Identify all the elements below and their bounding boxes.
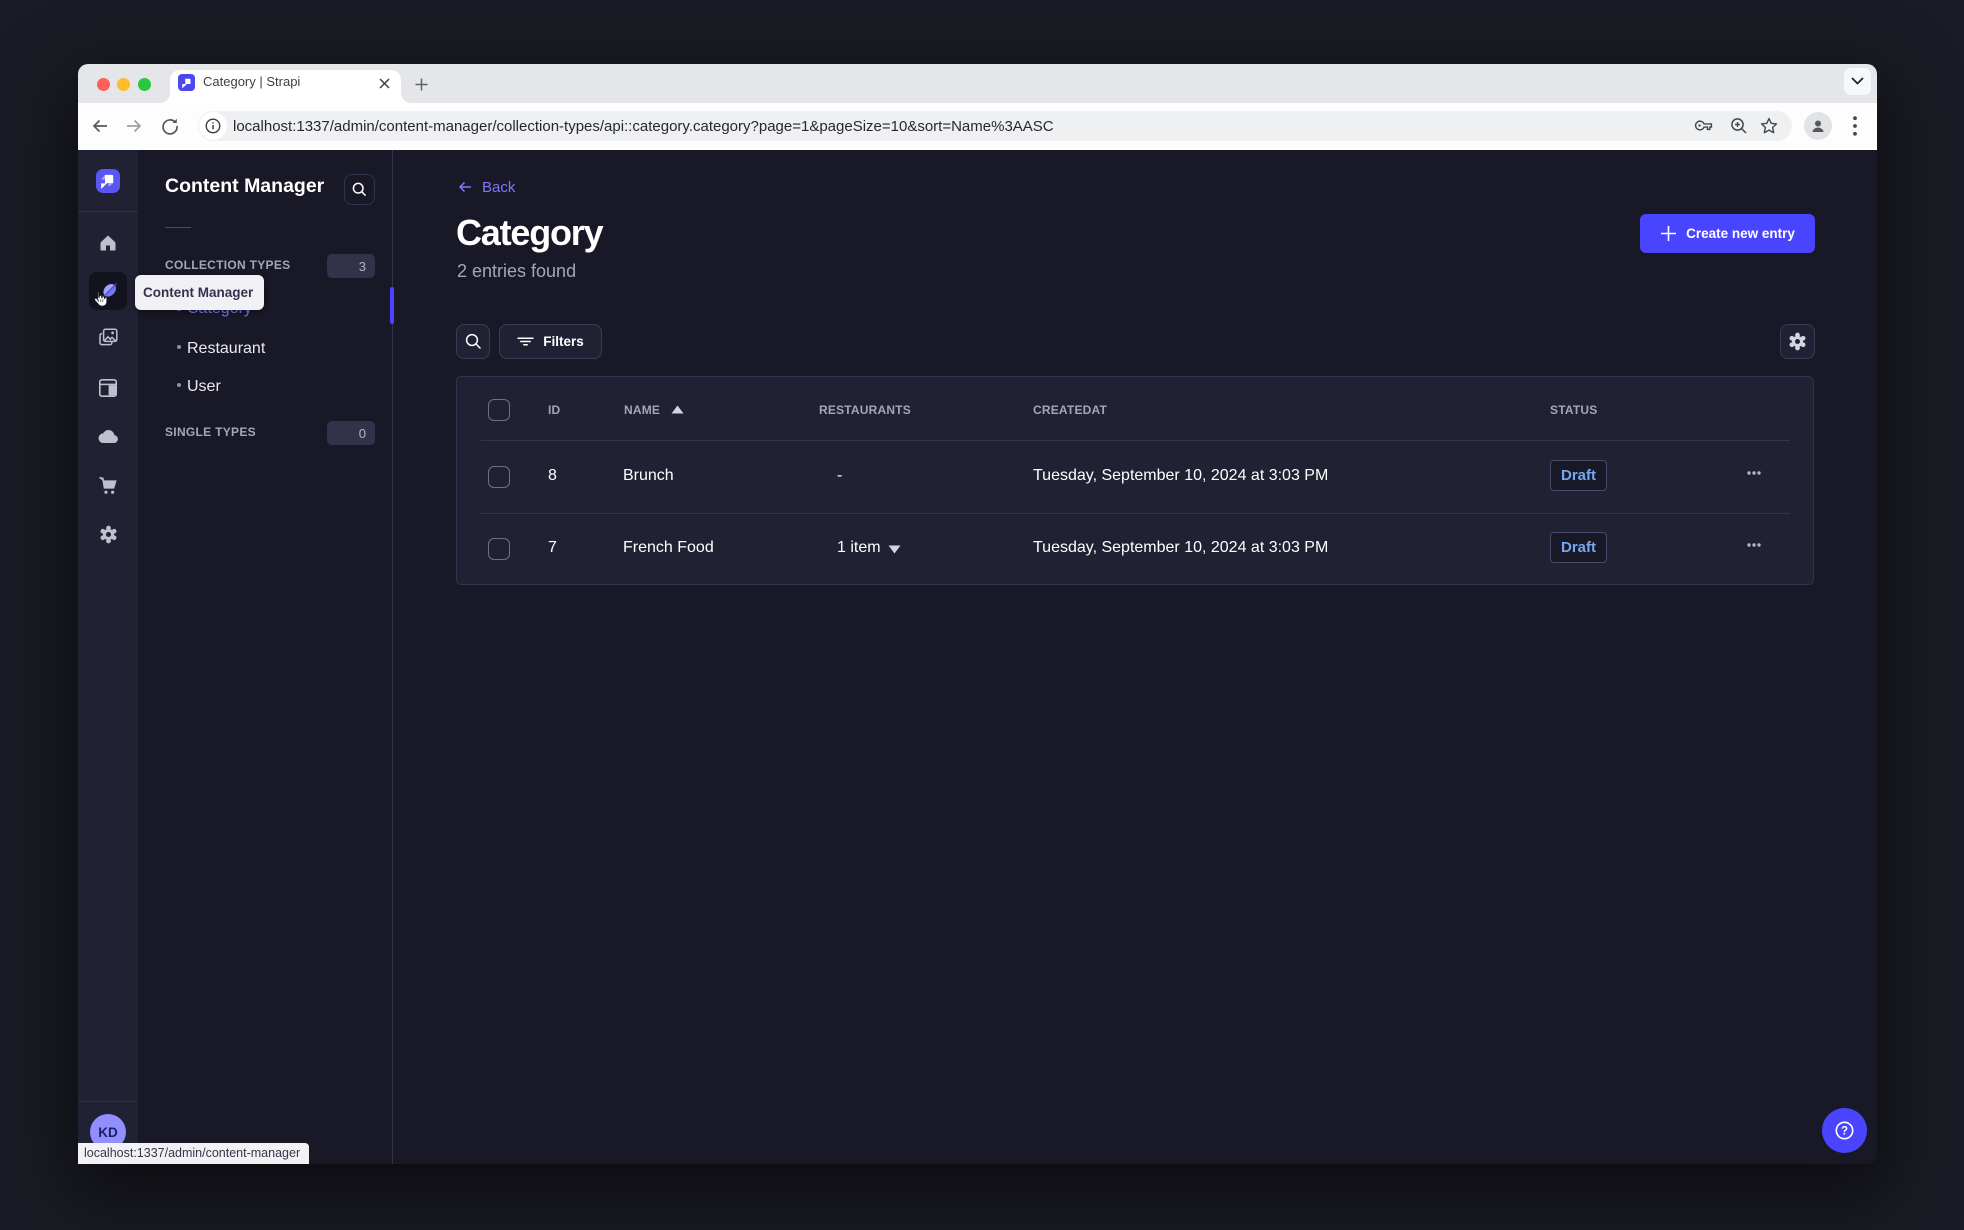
- svg-text:?: ?: [1841, 1126, 1848, 1138]
